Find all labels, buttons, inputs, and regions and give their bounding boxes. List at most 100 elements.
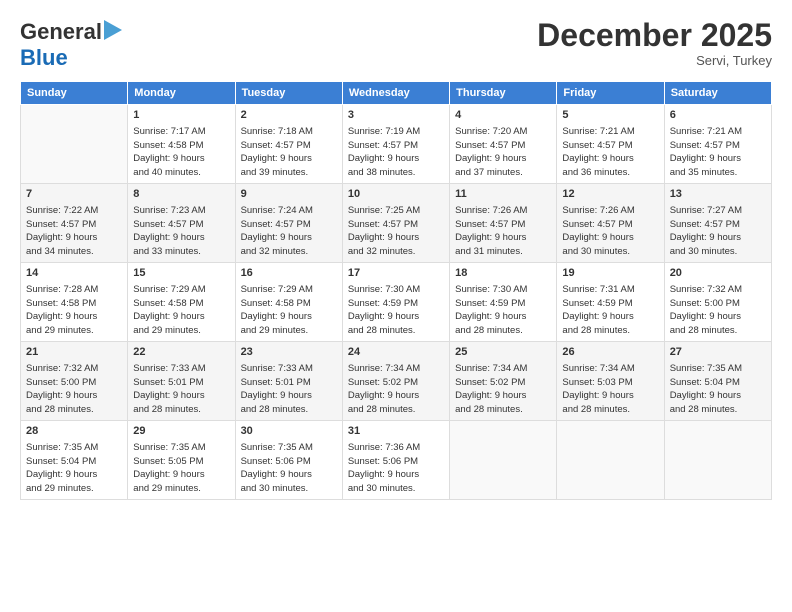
day-info-line: Sunset: 4:59 PM [562,297,658,311]
day-number: 8 [133,187,229,203]
day-info-line: and 40 minutes. [133,166,229,180]
day-info-line: and 35 minutes. [670,166,766,180]
day-info-line: Sunset: 4:59 PM [348,297,444,311]
day-number: 19 [562,266,658,282]
day-number: 22 [133,345,229,361]
day-number: 10 [348,187,444,203]
day-number: 25 [455,345,551,361]
col-tuesday: Tuesday [235,82,342,105]
table-row: 10Sunrise: 7:25 AMSunset: 4:57 PMDayligh… [342,184,449,263]
table-row: 12Sunrise: 7:26 AMSunset: 4:57 PMDayligh… [557,184,664,263]
day-info-line: Sunset: 4:57 PM [348,139,444,153]
day-info-line: Sunrise: 7:34 AM [348,362,444,376]
table-row: 3Sunrise: 7:19 AMSunset: 4:57 PMDaylight… [342,105,449,184]
table-row [664,421,771,500]
day-number: 26 [562,345,658,361]
day-info-line: and 28 minutes. [26,403,122,417]
day-info-line: Sunrise: 7:27 AM [670,204,766,218]
table-row [450,421,557,500]
calendar-week-row: 21Sunrise: 7:32 AMSunset: 5:00 PMDayligh… [21,342,772,421]
day-number: 21 [26,345,122,361]
day-info-line: Sunrise: 7:25 AM [348,204,444,218]
table-row: 1Sunrise: 7:17 AMSunset: 4:58 PMDaylight… [128,105,235,184]
day-info-line: Daylight: 9 hours [26,310,122,324]
table-row: 21Sunrise: 7:32 AMSunset: 5:00 PMDayligh… [21,342,128,421]
day-number: 3 [348,108,444,124]
calendar: Sunday Monday Tuesday Wednesday Thursday… [20,81,772,500]
day-info-line: and 28 minutes. [562,324,658,338]
day-info-line: and 32 minutes. [348,245,444,259]
table-row: 22Sunrise: 7:33 AMSunset: 5:01 PMDayligh… [128,342,235,421]
day-info-line: Sunset: 4:58 PM [241,297,337,311]
col-monday: Monday [128,82,235,105]
day-info-line: Daylight: 9 hours [241,152,337,166]
table-row: 20Sunrise: 7:32 AMSunset: 5:00 PMDayligh… [664,263,771,342]
day-info-line: Daylight: 9 hours [133,152,229,166]
day-info-line: Sunrise: 7:28 AM [26,283,122,297]
day-info-line: Daylight: 9 hours [670,231,766,245]
table-row: 17Sunrise: 7:30 AMSunset: 4:59 PMDayligh… [342,263,449,342]
day-info-line: Sunrise: 7:33 AM [133,362,229,376]
day-info-line: and 30 minutes. [241,482,337,496]
day-info-line: and 28 minutes. [455,403,551,417]
day-info-line: Sunrise: 7:21 AM [562,125,658,139]
day-info-line: Sunset: 4:58 PM [133,139,229,153]
day-info-line: and 28 minutes. [133,403,229,417]
day-info-line: Daylight: 9 hours [133,231,229,245]
table-row: 24Sunrise: 7:34 AMSunset: 5:02 PMDayligh… [342,342,449,421]
table-row: 13Sunrise: 7:27 AMSunset: 4:57 PMDayligh… [664,184,771,263]
day-info-line: Sunrise: 7:32 AM [26,362,122,376]
table-row: 25Sunrise: 7:34 AMSunset: 5:02 PMDayligh… [450,342,557,421]
day-info-line: and 34 minutes. [26,245,122,259]
day-info-line: Daylight: 9 hours [348,468,444,482]
location: Servi, Turkey [537,53,772,68]
day-info-line: Sunrise: 7:17 AM [133,125,229,139]
table-row: 31Sunrise: 7:36 AMSunset: 5:06 PMDayligh… [342,421,449,500]
table-row: 7Sunrise: 7:22 AMSunset: 4:57 PMDaylight… [21,184,128,263]
table-row: 16Sunrise: 7:29 AMSunset: 4:58 PMDayligh… [235,263,342,342]
day-info-line: Daylight: 9 hours [26,231,122,245]
day-info-line: and 32 minutes. [241,245,337,259]
table-row: 15Sunrise: 7:29 AMSunset: 4:58 PMDayligh… [128,263,235,342]
calendar-week-row: 7Sunrise: 7:22 AMSunset: 4:57 PMDaylight… [21,184,772,263]
day-info-line: Sunset: 4:57 PM [241,139,337,153]
day-info-line: Daylight: 9 hours [455,152,551,166]
day-info-line: Sunset: 4:57 PM [241,218,337,232]
day-info-line: Sunset: 4:57 PM [562,139,658,153]
day-info-line: Daylight: 9 hours [241,310,337,324]
day-number: 20 [670,266,766,282]
day-info-line: and 28 minutes. [670,403,766,417]
day-info-line: Sunrise: 7:26 AM [455,204,551,218]
day-number: 9 [241,187,337,203]
day-number: 16 [241,266,337,282]
col-sunday: Sunday [21,82,128,105]
calendar-week-row: 28Sunrise: 7:35 AMSunset: 5:04 PMDayligh… [21,421,772,500]
table-row: 8Sunrise: 7:23 AMSunset: 4:57 PMDaylight… [128,184,235,263]
day-info-line: and 37 minutes. [455,166,551,180]
day-info-line: Sunset: 5:01 PM [241,376,337,390]
day-info-line: Daylight: 9 hours [133,389,229,403]
day-number: 2 [241,108,337,124]
day-info-line: Sunrise: 7:23 AM [133,204,229,218]
day-number: 31 [348,424,444,440]
day-info-line: Sunrise: 7:36 AM [348,441,444,455]
col-thursday: Thursday [450,82,557,105]
day-number: 11 [455,187,551,203]
day-info-line: Sunrise: 7:30 AM [455,283,551,297]
day-info-line: Daylight: 9 hours [670,389,766,403]
day-info-line: Daylight: 9 hours [241,468,337,482]
day-number: 27 [670,345,766,361]
day-info-line: Daylight: 9 hours [562,231,658,245]
day-info-line: Daylight: 9 hours [133,310,229,324]
day-number: 17 [348,266,444,282]
day-number: 1 [133,108,229,124]
day-info-line: and 30 minutes. [562,245,658,259]
day-info-line: Sunrise: 7:34 AM [455,362,551,376]
day-info-line: Daylight: 9 hours [26,389,122,403]
day-info-line: Sunset: 4:58 PM [26,297,122,311]
day-info-line: and 33 minutes. [133,245,229,259]
day-info-line: Daylight: 9 hours [348,310,444,324]
day-number: 7 [26,187,122,203]
table-row [21,105,128,184]
table-row: 28Sunrise: 7:35 AMSunset: 5:04 PMDayligh… [21,421,128,500]
